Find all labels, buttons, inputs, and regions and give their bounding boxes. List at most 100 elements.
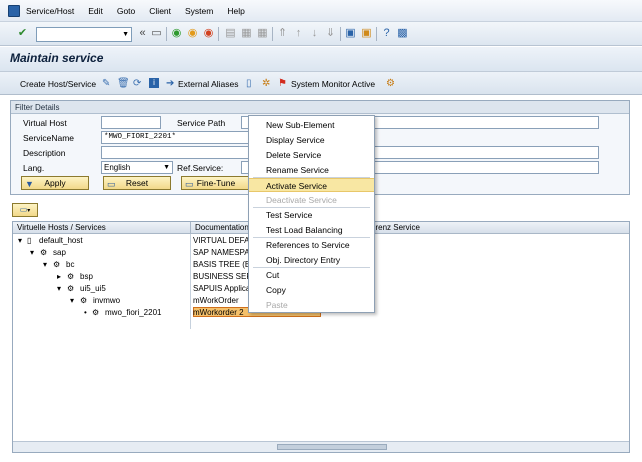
- first-page-icon[interactable]: ⇑: [276, 27, 289, 40]
- menu-service-host[interactable]: Service/Host: [26, 6, 74, 16]
- tree-node-label: ui5_ui5: [80, 284, 106, 293]
- hierarchy-icon[interactable]: ⚙: [386, 78, 395, 89]
- tree-node-label: bc: [66, 260, 75, 269]
- column-divider[interactable]: [190, 222, 191, 234]
- system-monitor-button[interactable]: System Monitor Active: [291, 79, 375, 89]
- chevron-down-icon[interactable]: ▼: [122, 31, 129, 38]
- settings-icon[interactable]: ✲: [262, 78, 270, 89]
- sap-window-icon[interactable]: [8, 4, 20, 17]
- column-header-documentation[interactable]: Documentation: [195, 222, 249, 234]
- menu-rename-service[interactable]: Rename Service: [249, 163, 374, 177]
- expand-icon[interactable]: ▾: [57, 283, 61, 294]
- service-node-icon: ⚙: [92, 308, 100, 317]
- back-icon[interactable]: ◉: [170, 27, 183, 40]
- language-label: Lang.: [23, 163, 45, 173]
- ref-service-label: Ref.Service:: [177, 163, 224, 173]
- language-select[interactable]: English ▼: [101, 161, 173, 174]
- menu-help[interactable]: Help: [227, 6, 244, 16]
- exit-icon[interactable]: ◉: [186, 27, 199, 40]
- expand-icon[interactable]: ▾: [70, 295, 74, 306]
- menu-references-to-service[interactable]: References to Service: [249, 238, 374, 252]
- toolbar-separator: [376, 27, 377, 41]
- tree-node-doc: VIRTUAL DEFA: [193, 236, 249, 245]
- tree-node-label: sap: [53, 248, 66, 257]
- fine-tune-icon: ▭: [185, 179, 194, 189]
- filter-icon: ▼: [25, 179, 34, 189]
- expand-icon[interactable]: ▾: [30, 247, 34, 258]
- create-host-service-button[interactable]: Create Host/Service: [20, 79, 96, 89]
- toolbar-separator: [272, 27, 273, 41]
- host-icon: ▯: [27, 236, 32, 245]
- tree-node-label: mwo_fiori_2201: [105, 308, 162, 317]
- service-path-label: Service Path: [177, 118, 226, 128]
- reset-label: Reset: [125, 178, 149, 188]
- menu-obj-directory-entry[interactable]: Obj. Directory Entry: [249, 253, 374, 267]
- expand-icon[interactable]: ▾: [43, 259, 47, 270]
- fine-tune-button[interactable]: ▭ Fine-Tune: [181, 176, 251, 190]
- menu-cut[interactable]: Cut: [249, 268, 374, 282]
- next-page-icon[interactable]: ↓: [308, 27, 321, 40]
- menu-test-load-balancing[interactable]: Test Load Balancing: [249, 223, 374, 237]
- application-toolbar: Create Host/Service ✎ 🗑 ⟳ i ➔ External A…: [0, 71, 642, 95]
- toolbar-separator: [340, 27, 341, 41]
- command-field[interactable]: ▼: [36, 27, 132, 42]
- apply-button[interactable]: ▼ Apply: [21, 176, 89, 190]
- menu-client[interactable]: Client: [149, 6, 171, 16]
- document-icon[interactable]: ▯: [246, 78, 252, 89]
- double-left-icon[interactable]: «: [136, 27, 149, 40]
- menu-new-sub-element[interactable]: New Sub-Element: [249, 118, 374, 132]
- column-header-reference-service[interactable]: erenz Service: [371, 222, 420, 234]
- info-icon[interactable]: i: [149, 78, 159, 88]
- service-node-icon: ⚙: [53, 260, 61, 269]
- column-header-hosts-services[interactable]: Virtuelle Hosts / Services: [17, 222, 106, 234]
- menu-activate-service[interactable]: Activate Service: [249, 178, 374, 192]
- menu-deactivate-service[interactable]: Deactivate Service: [249, 193, 374, 207]
- menu-display-service[interactable]: Display Service: [249, 133, 374, 147]
- shortcut-icon[interactable]: ▣: [360, 27, 373, 40]
- enter-icon[interactable]: ✔: [16, 27, 29, 40]
- prev-page-icon[interactable]: ↑: [292, 27, 305, 40]
- menu-test-service[interactable]: Test Service: [249, 208, 374, 222]
- service-node-icon: ⚙: [67, 284, 75, 293]
- find-icon[interactable]: ▦: [240, 27, 253, 40]
- chevron-down-icon: ▾: [27, 208, 31, 214]
- scrollbar-thumb[interactable]: [277, 444, 387, 450]
- refresh-icon[interactable]: ⟳: [133, 78, 141, 89]
- menu-bar: Service/Host Edit Goto Client System Hel…: [0, 0, 642, 22]
- new-session-icon[interactable]: ▣: [344, 27, 357, 40]
- tree-node-doc: BUSINESS SER: [193, 272, 249, 281]
- find-next-icon[interactable]: ▦: [256, 27, 269, 40]
- expand-icon[interactable]: ▾: [18, 235, 22, 246]
- service-name-field[interactable]: *MWO_FIORI_2201*: [101, 131, 251, 144]
- menu-paste[interactable]: Paste: [249, 298, 374, 312]
- menu-system[interactable]: System: [185, 6, 213, 16]
- delete-icon[interactable]: 🗑: [117, 78, 130, 89]
- external-aliases-button[interactable]: External Aliases: [178, 79, 238, 89]
- flag-icon[interactable]: ⚑: [278, 78, 287, 89]
- tree-node-label: invmwo: [93, 296, 121, 305]
- reset-button[interactable]: ▭ Reset: [103, 176, 171, 190]
- menu-copy[interactable]: Copy: [249, 283, 374, 297]
- reset-icon: ▭: [107, 179, 116, 189]
- service-name-value: *MWO_FIORI_2201*: [104, 133, 177, 141]
- collapse-icon[interactable]: ▸: [57, 271, 61, 282]
- language-value: English: [104, 163, 131, 172]
- cancel-icon[interactable]: ◉: [202, 27, 215, 40]
- filter-details-header: Filter Details: [11, 101, 629, 114]
- tree-node-doc: BASIS TREE (B: [193, 260, 249, 269]
- virtual-host-field[interactable]: [101, 116, 161, 129]
- customize-icon[interactable]: ▩: [396, 27, 409, 40]
- edit-icon[interactable]: ✎: [102, 78, 110, 89]
- menu-delete-service[interactable]: Delete Service: [249, 148, 374, 162]
- arrow-right-icon[interactable]: ➔: [166, 78, 174, 89]
- menu-edit[interactable]: Edit: [88, 6, 103, 16]
- last-page-icon[interactable]: ⇓: [324, 27, 337, 40]
- save-icon[interactable]: ▭: [150, 27, 163, 40]
- horizontal-scrollbar[interactable]: [13, 441, 629, 452]
- help-icon[interactable]: ?: [380, 27, 393, 40]
- menu-goto[interactable]: Goto: [117, 6, 135, 16]
- chevron-down-icon[interactable]: ▼: [163, 162, 170, 173]
- tree-toolbar-button[interactable]: ▭▾: [12, 203, 38, 217]
- tree-node-label: default_host: [39, 236, 83, 245]
- print-icon[interactable]: ▤: [224, 27, 237, 40]
